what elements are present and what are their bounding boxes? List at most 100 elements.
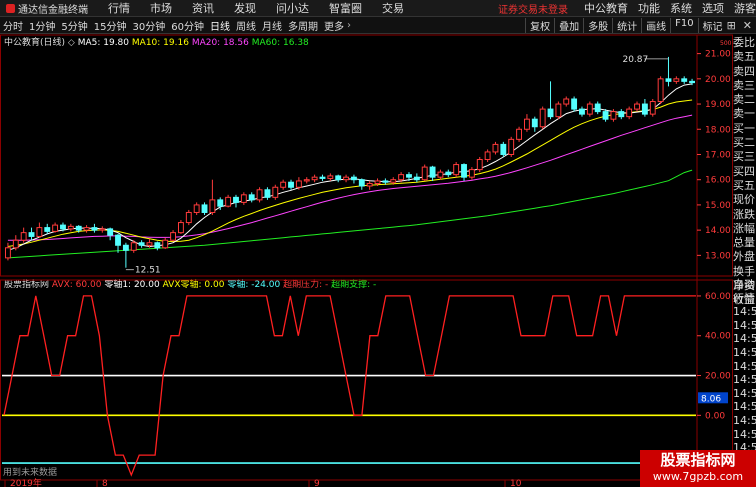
candle[interactable]: [193, 202, 200, 215]
candle[interactable]: [594, 101, 601, 115]
toolbar-button[interactable]: 多股: [583, 17, 612, 33]
menu-item[interactable]: 市场: [150, 0, 172, 16]
candle[interactable]: [272, 184, 279, 200]
period-tab[interactable]: 多周期: [285, 18, 321, 33]
candle[interactable]: [429, 165, 436, 181]
candle[interactable]: [626, 106, 633, 120]
period-tab[interactable]: 30分钟: [129, 18, 168, 33]
candle[interactable]: [531, 116, 538, 132]
candle[interactable]: [303, 177, 310, 184]
menu-right-item[interactable]: 中公教育: [584, 0, 628, 16]
candle[interactable]: [201, 202, 208, 215]
candle[interactable]: [586, 101, 593, 117]
candle[interactable]: [476, 157, 483, 173]
candle[interactable]: [343, 174, 350, 183]
candle[interactable]: [516, 126, 523, 142]
candle[interactable]: [500, 141, 507, 157]
candle[interactable]: [233, 194, 239, 208]
menu-right-item[interactable]: 游客: [734, 0, 756, 16]
candle[interactable]: [681, 76, 688, 84]
candle[interactable]: [248, 192, 255, 203]
candle[interactable]: [264, 187, 271, 200]
candle[interactable]: [492, 141, 499, 155]
candle[interactable]: [319, 174, 326, 181]
toolbar-button[interactable]: 画线: [641, 17, 670, 33]
toolbar-button[interactable]: F10: [670, 17, 697, 33]
restore-icon[interactable]: ⊞: [727, 19, 736, 32]
candle[interactable]: [177, 220, 184, 234]
candle[interactable]: [539, 106, 546, 130]
candle[interactable]: [547, 81, 554, 120]
period-tab[interactable]: 月线: [259, 18, 285, 33]
more-arrow-icon[interactable]: ›: [347, 20, 351, 31]
candle[interactable]: [468, 167, 475, 180]
candle[interactable]: [107, 227, 114, 241]
candle[interactable]: [99, 226, 106, 233]
candle[interactable]: [453, 162, 460, 178]
candle[interactable]: [555, 101, 562, 120]
period-tab[interactable]: 1分钟: [26, 18, 58, 33]
candle[interactable]: [673, 76, 680, 84]
candle[interactable]: [280, 179, 287, 190]
candle[interactable]: [335, 174, 342, 183]
candle[interactable]: [209, 179, 216, 215]
candle[interactable]: [170, 230, 177, 242]
menu-right-item[interactable]: 系统: [670, 0, 692, 16]
candle[interactable]: [508, 136, 515, 157]
toolbar-button[interactable]: 统计: [612, 17, 641, 33]
menu-item[interactable]: 智富圈: [329, 0, 362, 16]
candle[interactable]: [288, 179, 294, 190]
candle[interactable]: [484, 149, 491, 163]
candle[interactable]: [52, 222, 59, 233]
toolbar-button[interactable]: 标记: [697, 17, 727, 33]
candle[interactable]: [618, 109, 625, 120]
toolbar-button[interactable]: 叠加: [554, 17, 583, 33]
period-tab[interactable]: 15分钟: [91, 18, 130, 33]
period-tab[interactable]: 更多: [321, 18, 347, 33]
candle[interactable]: [256, 187, 263, 203]
candle[interactable]: [36, 222, 43, 238]
period-tab[interactable]: 60分钟: [168, 18, 207, 33]
candle[interactable]: [138, 240, 145, 248]
menu-item[interactable]: 资讯: [192, 0, 214, 16]
candle[interactable]: [602, 109, 609, 122]
candle[interactable]: [91, 223, 98, 233]
candle[interactable]: [44, 223, 51, 234]
period-tab[interactable]: 5分钟: [58, 18, 90, 33]
candle[interactable]: [634, 101, 640, 112]
period-tab[interactable]: 日线: [207, 18, 233, 33]
candle[interactable]: [28, 227, 35, 241]
candle[interactable]: [240, 192, 247, 205]
candle[interactable]: [225, 194, 232, 208]
candle[interactable]: [122, 242, 129, 268]
candle[interactable]: [413, 173, 420, 183]
trade-status[interactable]: 证券交易未登录: [498, 1, 568, 16]
close-icon[interactable]: ✕: [743, 19, 752, 32]
candle[interactable]: [571, 96, 578, 112]
candle[interactable]: [4, 242, 11, 261]
candle[interactable]: [350, 174, 357, 184]
period-tab[interactable]: 周线: [233, 18, 259, 33]
candle[interactable]: [563, 96, 570, 107]
candle[interactable]: [185, 209, 192, 226]
candle[interactable]: [523, 114, 530, 132]
menu-item[interactable]: 问小达: [276, 0, 309, 16]
candle[interactable]: [154, 241, 161, 251]
menu-item[interactable]: 交易: [382, 0, 404, 16]
toolbar-button[interactable]: 复权: [525, 17, 554, 33]
period-tab[interactable]: 分时: [0, 18, 26, 33]
candle[interactable]: [579, 106, 585, 117]
candle[interactable]: [421, 164, 428, 181]
candle[interactable]: [657, 76, 664, 105]
candle[interactable]: [311, 174, 318, 183]
candle[interactable]: [20, 227, 27, 243]
candle[interactable]: [115, 233, 121, 253]
candle[interactable]: [649, 99, 656, 117]
candle[interactable]: [327, 173, 334, 181]
candle[interactable]: [12, 235, 19, 251]
menu-right-item[interactable]: 功能: [638, 0, 660, 16]
chart-area[interactable]: 20.87 12.51 2019年 8 9 10 21.00 20.00 19.00 18.00…: [0, 33, 733, 487]
candle[interactable]: [162, 237, 169, 250]
candle[interactable]: [366, 180, 373, 190]
candle[interactable]: [358, 178, 365, 190]
